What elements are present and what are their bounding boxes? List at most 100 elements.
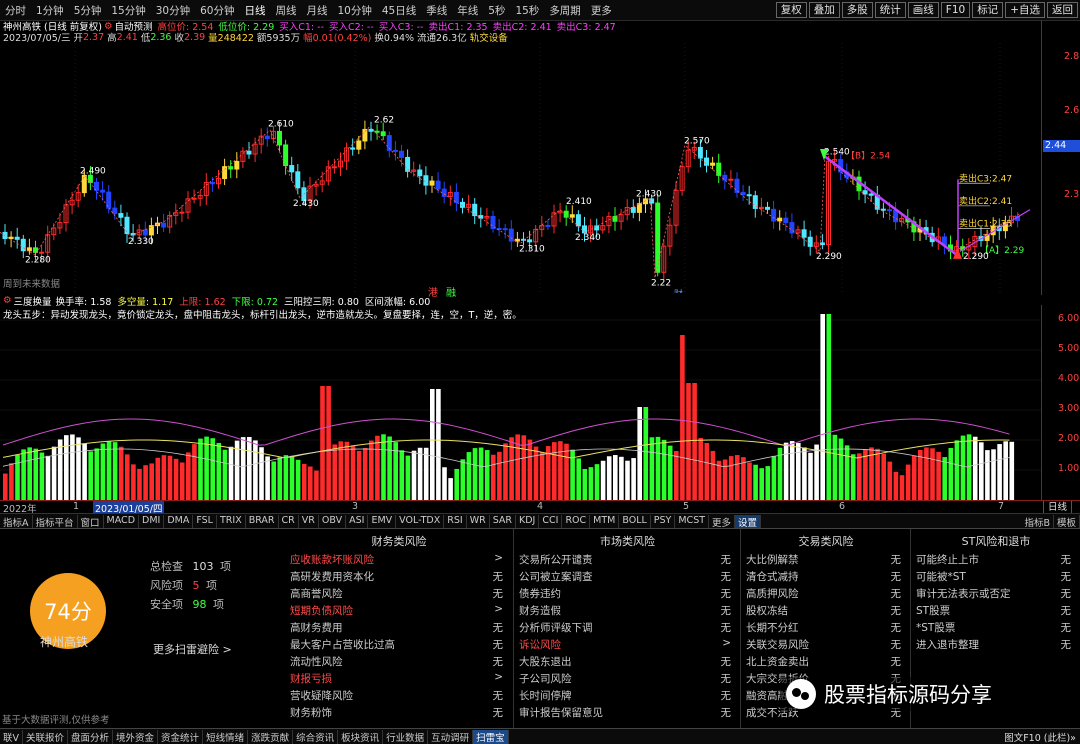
risk-item-label[interactable]: 最大客户占营收比过高 (290, 637, 395, 652)
risk-item[interactable]: 财务造假 无 (514, 603, 741, 620)
toolbar-button[interactable]: +自选 (1005, 2, 1045, 18)
risk-item[interactable]: 短期负债风险 > (285, 603, 513, 620)
indicator-tab[interactable]: CR (279, 514, 299, 529)
risk-item-label[interactable]: 股权冻结 (746, 603, 788, 618)
indicator-tab[interactable]: DMI (139, 514, 165, 529)
risk-item-label[interactable]: 营收疑降风险 (290, 688, 353, 703)
period-tab[interactable]: 周线 (271, 3, 302, 18)
period-button[interactable]: 日线 (1043, 501, 1073, 514)
toolbar-button[interactable]: 复权 (775, 2, 807, 18)
indicator-tab[interactable]: MACD (104, 514, 140, 529)
risk-item[interactable]: 可能终止上市 无 (911, 552, 1080, 569)
risk-item-label[interactable]: 审计无法表示或否定 (916, 586, 1011, 601)
volume-chart[interactable] (0, 305, 1041, 500)
indicator-tab[interactable]: SAR (490, 514, 517, 529)
risk-item-label[interactable]: 高质押风险 (746, 586, 799, 601)
risk-item-label[interactable]: 高商誉风险 (290, 586, 343, 601)
risk-item[interactable]: 长时间停牌 无 (514, 688, 741, 705)
period-tab[interactable]: 45日线 (377, 3, 421, 18)
risk-item-label[interactable]: 清仓式减持 (746, 569, 799, 584)
toolbar-button[interactable]: 画线 (907, 2, 939, 18)
risk-item[interactable]: 债券违约 无 (514, 586, 741, 603)
risk-item-label[interactable]: 诉讼风险 (519, 637, 561, 652)
period-tab[interactable]: 分时 (0, 3, 31, 18)
risk-item-label[interactable]: 长期不分红 (746, 620, 799, 635)
risk-item[interactable]: 北上资金卖出 无 (741, 654, 911, 671)
risk-item-label[interactable]: ST股票 (916, 603, 950, 618)
bottom-tab[interactable]: 行业数据 (383, 729, 429, 744)
period-tab[interactable]: 年线 (452, 3, 483, 18)
indicator-tab[interactable]: TRIX (217, 514, 246, 529)
risk-item-label[interactable]: 长时间停牌 (519, 688, 572, 703)
risk-item[interactable]: 财报亏损 > (285, 671, 513, 688)
bottom-tab[interactable]: 板块资讯 (338, 729, 384, 744)
bottom-tab[interactable]: 涨跌贡献 (248, 729, 294, 744)
risk-item[interactable]: 诉讼风险 > (514, 637, 741, 654)
risk-item-label[interactable]: 进入退市整理 (916, 637, 979, 652)
risk-item-label[interactable]: 大比例解禁 (746, 552, 799, 567)
indicator-tab[interactable]: VOL-TDX (396, 514, 445, 529)
risk-item-label[interactable]: 审计报告保留意见 (519, 705, 603, 720)
bottom-tab[interactable]: 联V (0, 729, 23, 744)
risk-item-label[interactable]: 分析师评级下调 (519, 620, 593, 635)
indicator-tab[interactable]: ROC (562, 514, 591, 529)
period-tab[interactable]: 60分钟 (195, 3, 239, 18)
indicator-tab[interactable]: MTM (590, 514, 620, 529)
risk-item[interactable]: 营收疑降风险 无 (285, 688, 513, 705)
toolbar-button[interactable]: 多股 (841, 2, 873, 18)
risk-item[interactable]: 关联交易风险 无 (741, 637, 911, 654)
risk-item-label[interactable]: 流动性风险 (290, 654, 343, 669)
risk-item-label[interactable]: 可能被*ST (916, 569, 966, 584)
period-tab[interactable]: 15分钟 (106, 3, 150, 18)
risk-item[interactable]: 进入退市整理 无 (911, 637, 1080, 654)
risk-item[interactable]: 流动性风险 无 (285, 654, 513, 671)
bottom-tab[interactable]: 扫雷宝 (473, 729, 509, 744)
risk-item-label[interactable]: *ST股票 (916, 620, 955, 635)
period-tab[interactable]: 多周期 (544, 3, 586, 18)
indicator-tab[interactable]: VR (299, 514, 319, 529)
risk-item[interactable]: 大比例解禁 无 (741, 552, 911, 569)
risk-item[interactable]: 公司被立案调查 无 (514, 569, 741, 586)
risk-item-label[interactable]: 高财务费用 (290, 620, 343, 635)
risk-item-label[interactable]: 可能终止上市 (916, 552, 979, 567)
risk-item-label[interactable]: 应收账款坏账风险 (290, 552, 374, 567)
indicator-tab[interactable]: 窗口 (78, 514, 104, 529)
indicator-tab[interactable]: 指标A (0, 514, 33, 529)
risk-item-label[interactable]: 高研发费用资本化 (290, 569, 374, 584)
bottom-tab[interactable]: 资金统计 (158, 729, 204, 744)
period-tab[interactable]: 5秒 (483, 3, 510, 18)
risk-item[interactable]: 交易所公开谴责 无 (514, 552, 741, 569)
risk-item[interactable]: 最大客户占营收比过高 无 (285, 637, 513, 654)
period-tab[interactable]: 月线 (302, 3, 333, 18)
risk-item[interactable]: 长期不分红 无 (741, 620, 911, 637)
toolbar-button[interactable]: F10 (940, 2, 971, 18)
indicator-tab[interactable]: MCST (675, 514, 710, 529)
risk-item-label[interactable]: 北上资金卖出 (746, 654, 809, 669)
risk-item-label[interactable]: 财务造假 (519, 603, 561, 618)
indicator-tab[interactable]: DMA (164, 514, 194, 529)
risk-item[interactable]: 财务粉饰 无 (285, 705, 513, 722)
risk-item[interactable]: 分析师评级下调 无 (514, 620, 741, 637)
indicator-tab[interactable]: EMV (368, 514, 397, 529)
bottom-tab[interactable]: 短线情绪 (203, 729, 249, 744)
toolbar-button[interactable]: 标记 (972, 2, 1004, 18)
risk-item[interactable]: 股权冻结 无 (741, 603, 911, 620)
bottom-tab[interactable]: 综合资讯 (293, 729, 339, 744)
indicator-tab[interactable]: RSI (444, 514, 467, 529)
risk-item[interactable]: 高研发费用资本化 无 (285, 569, 513, 586)
indicator-tab[interactable]: 指标平台 (33, 514, 78, 529)
risk-item[interactable]: ST股票 无 (911, 603, 1080, 620)
more-scan-link[interactable]: 更多扫雷避险 > (153, 641, 232, 657)
risk-item[interactable]: 高商誉风险 无 (285, 586, 513, 603)
indicator-tab[interactable]: CCI (539, 514, 563, 529)
toolbar-button[interactable]: 返回 (1047, 2, 1078, 18)
risk-item-label[interactable]: 债券违约 (519, 586, 561, 601)
indicator-tab[interactable]: 更多 (709, 514, 736, 529)
risk-item[interactable]: 应收账款坏账风险 > (285, 552, 513, 569)
indicator-tab[interactable]: FSL (193, 514, 217, 529)
indicator-tab[interactable]: 设置 (735, 514, 762, 529)
risk-item-label[interactable]: 子公司风险 (519, 671, 572, 686)
indicator-tab[interactable]: BRAR (246, 514, 279, 529)
indicator-tab[interactable]: 模板 (1054, 514, 1080, 529)
risk-item-label[interactable]: 交易所公开谴责 (519, 552, 593, 567)
